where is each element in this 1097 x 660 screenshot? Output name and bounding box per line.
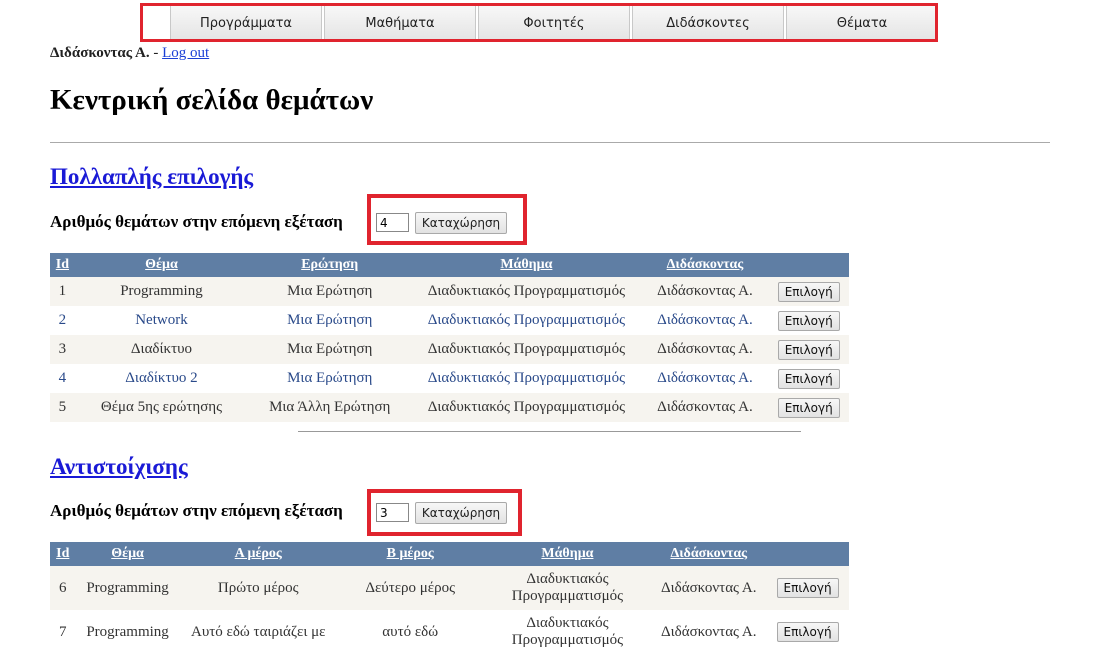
row-question: Μια Ερώτηση: [248, 335, 412, 364]
row-course: Διαδυκτιακός Προγραμματισμός: [411, 364, 642, 393]
mc-count-highlight-box: [367, 194, 527, 245]
table-row: 1 Programming Μια Ερώτηση Διαδυκτιακός Προγ…: [50, 277, 849, 306]
table-row: 5 Θέμα 5ης ερώτησης Μια Άλλη Ερώτηση Διαδυκ…: [50, 393, 849, 422]
nav-highlight-box: [140, 3, 938, 42]
col-course[interactable]: Μάθημα: [483, 542, 652, 566]
row-course: Διαδυκτιακός Προγραμματισμός: [411, 393, 642, 422]
row-teacher: Διδάσκοντας Α.: [641, 335, 769, 364]
row-teacher: Διδάσκοντας Α.: [641, 393, 769, 422]
select-button[interactable]: Επιλογή: [776, 578, 839, 598]
row-part-b: Δεύτερο μέρος: [336, 566, 484, 610]
table-row: 6 Programming Πρώτο μέρος Δεύτερο μέρος Διαδ…: [50, 566, 849, 610]
row-part-a: Πρώτο μέρος: [179, 566, 337, 610]
match-table: Id Θέμα Α μέρος Β μέρος Μάθημα Διδάσκοντ…: [50, 542, 849, 654]
row-id: 4: [50, 364, 75, 393]
row-question: Μια Ερώτηση: [248, 306, 412, 335]
row-topic: Διαδίκτυο 2: [74, 364, 249, 393]
section-title-multiple-choice[interactable]: Πολλαπλής επιλογής: [50, 164, 253, 190]
row-course: Διαδυκτιακός Προγραμματισμός: [411, 306, 642, 335]
select-button[interactable]: Επιλογή: [777, 397, 840, 418]
row-course: Διαδυκτιακός Προγραμματισμός: [411, 335, 642, 364]
row-course: Διαδυκτιακός Προγραμματισμός: [411, 277, 642, 306]
row-teacher: Διδάσκοντας Α.: [651, 566, 767, 610]
row-course: Διαδυκτιακός Προγραμματισμός: [483, 566, 652, 610]
row-topic: Programming: [75, 610, 180, 654]
row-id: 3: [50, 335, 75, 364]
row-id: 6: [50, 566, 76, 610]
table-row: 7 Programming Αυτό εδώ ταιριάζει με αυτό εδ…: [50, 610, 849, 654]
row-teacher: Διδάσκοντας Α.: [641, 277, 769, 306]
col-teacher[interactable]: Διδάσκοντας: [651, 542, 767, 566]
match-count-highlight-box: [367, 489, 522, 536]
table-header-row: Id Θέμα Ερώτηση Μάθημα Διδάσκοντας: [50, 253, 849, 277]
select-button[interactable]: Επιλογή: [777, 368, 840, 389]
mc-table: Id Θέμα Ερώτηση Μάθημα Διδάσκοντας 1 Prog…: [50, 253, 849, 422]
col-topic[interactable]: Θέμα: [75, 542, 180, 566]
row-question: Μια Ερώτηση: [248, 277, 412, 306]
row-id: 7: [50, 610, 76, 654]
col-teacher[interactable]: Διδάσκοντας: [641, 253, 769, 277]
col-question[interactable]: Ερώτηση: [248, 253, 412, 277]
page-title: Κεντρική σελίδα θεμάτων: [50, 84, 374, 116]
col-part-b[interactable]: Β μέρος: [336, 542, 484, 566]
section-divider: [298, 431, 801, 432]
col-action: [768, 253, 849, 277]
row-id: 2: [50, 306, 75, 335]
row-action-cell: Επιλογή: [768, 364, 849, 393]
row-id: 5: [50, 393, 75, 422]
select-button[interactable]: Επιλογή: [777, 281, 840, 302]
row-question: Μια Ερώτηση: [248, 364, 412, 393]
col-topic[interactable]: Θέμα: [74, 253, 249, 277]
section-title-matching[interactable]: Αντιστοίχισης: [50, 454, 188, 480]
row-action-cell: Επιλογή: [766, 566, 849, 610]
row-topic: Programming: [75, 566, 180, 610]
row-action-cell: Επιλογή: [766, 610, 849, 654]
user-name: Διδάσκοντας Α.: [50, 45, 150, 61]
row-action-cell: Επιλογή: [768, 393, 849, 422]
row-part-b: αυτό εδώ: [336, 610, 484, 654]
table-row: 2 Network Μια Ερώτηση Διαδυκτιακός Προγραμμ…: [50, 306, 849, 335]
row-teacher: Διδάσκοντας Α.: [641, 306, 769, 335]
logout-link[interactable]: Log out: [162, 45, 209, 61]
row-topic: Διαδίκτυο: [74, 335, 249, 364]
row-action-cell: Επιλογή: [768, 306, 849, 335]
row-id: 1: [50, 277, 75, 306]
col-part-a[interactable]: Α μέρος: [179, 542, 337, 566]
row-topic: Network: [74, 306, 249, 335]
match-count-label: Αριθμός θεμάτων στην επόμενη εξέταση: [50, 501, 343, 520]
row-teacher: Διδάσκοντας Α.: [651, 610, 767, 654]
col-action: [766, 542, 849, 566]
divider: [50, 142, 1050, 143]
table-row: 4 Διαδίκτυο 2 Μια Ερώτηση Διαδυκτιακός Προγ…: [50, 364, 849, 393]
row-action-cell: Επιλογή: [768, 335, 849, 364]
row-teacher: Διδάσκοντας Α.: [641, 364, 769, 393]
col-course[interactable]: Μάθημα: [411, 253, 642, 277]
select-button[interactable]: Επιλογή: [777, 310, 840, 331]
row-topic: Programming: [74, 277, 249, 306]
row-action-cell: Επιλογή: [768, 277, 849, 306]
col-id[interactable]: Id: [50, 253, 75, 277]
table-row: 3 Διαδίκτυο Μια Ερώτηση Διαδυκτιακός Προγρα…: [50, 335, 849, 364]
mc-count-label: Αριθμός θεμάτων στην επόμενη εξέταση: [50, 212, 343, 231]
col-id[interactable]: Id: [50, 542, 76, 566]
user-separator: -: [149, 45, 163, 61]
select-button[interactable]: Επιλογή: [776, 622, 839, 642]
row-part-a: Αυτό εδώ ταιριάζει με: [179, 610, 337, 654]
row-topic: Θέμα 5ης ερώτησης: [74, 393, 249, 422]
select-button[interactable]: Επιλογή: [777, 339, 840, 360]
row-question: Μια Άλλη Ερώτηση: [248, 393, 412, 422]
table-header-row: Id Θέμα Α μέρος Β μέρος Μάθημα Διδάσκοντ…: [50, 542, 849, 566]
row-course: Διαδυκτιακός Προγραμματισμός: [483, 610, 652, 654]
user-line: Διδάσκοντας Α. - Log out: [50, 45, 209, 62]
